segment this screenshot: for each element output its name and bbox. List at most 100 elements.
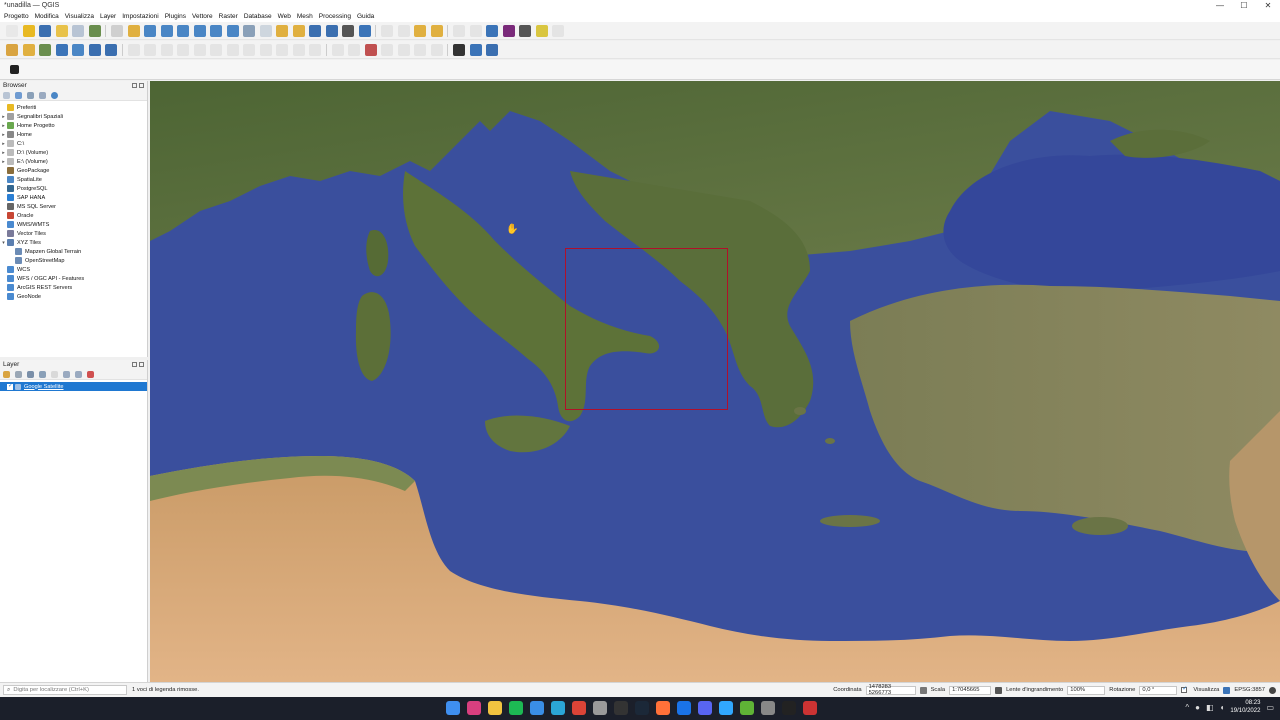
zoom-last-icon[interactable] bbox=[243, 24, 255, 37]
refresh-icon[interactable] bbox=[15, 91, 22, 99]
crs-globe-icon[interactable] bbox=[1223, 686, 1231, 694]
collapse-all-icon[interactable] bbox=[75, 370, 82, 378]
close-button[interactable]: ✕ bbox=[1256, 0, 1280, 11]
style-layers-icon[interactable] bbox=[3, 370, 10, 378]
discord-icon[interactable] bbox=[698, 701, 712, 715]
collapse-all-icon[interactable] bbox=[39, 91, 46, 99]
float-panel-icon[interactable] bbox=[132, 83, 137, 88]
expand-all-icon[interactable] bbox=[63, 370, 70, 378]
menu-processing[interactable]: Processing bbox=[319, 13, 351, 20]
edge-icon[interactable] bbox=[551, 701, 565, 715]
select-by-value-icon[interactable] bbox=[430, 24, 443, 37]
add-raster-icon[interactable] bbox=[22, 43, 35, 56]
mail-icon[interactable] bbox=[530, 701, 544, 715]
close-panel-icon[interactable] bbox=[139, 362, 144, 367]
filter-expression-icon[interactable] bbox=[51, 370, 58, 378]
browser-item[interactable]: SpatiaLite bbox=[0, 175, 147, 184]
browser-item[interactable]: WFS / OGC API - Features bbox=[0, 274, 147, 283]
menu-raster[interactable]: Raster bbox=[219, 13, 238, 20]
file-explorer-icon[interactable] bbox=[488, 701, 502, 715]
redo-icon[interactable] bbox=[309, 43, 321, 56]
lock-icon[interactable] bbox=[995, 686, 1003, 694]
label-show-icon[interactable] bbox=[381, 43, 393, 56]
qgis-plugin-icon[interactable] bbox=[10, 65, 19, 74]
settings-icon[interactable] bbox=[761, 701, 775, 715]
browser-item[interactable]: GeoPackage bbox=[0, 166, 147, 175]
info-icon[interactable] bbox=[51, 91, 58, 99]
layer-visibility-checkbox[interactable] bbox=[7, 382, 13, 390]
refresh-icon[interactable] bbox=[358, 24, 371, 37]
digitize-icon[interactable] bbox=[177, 43, 189, 56]
chevron-right-icon[interactable]: ▸ bbox=[0, 132, 7, 138]
menu-modifica[interactable]: Modifica bbox=[35, 13, 59, 20]
render-checkbox[interactable] bbox=[1181, 685, 1187, 693]
clock[interactable]: 08:23 19/10/2022 bbox=[1230, 699, 1260, 715]
browser-item[interactable]: PostgreSQL bbox=[0, 184, 147, 193]
browser-item[interactable]: ▸ Segnalibri Spaziali bbox=[0, 112, 147, 121]
browser-item[interactable]: WMS/WMTS bbox=[0, 220, 147, 229]
deselect-icon[interactable] bbox=[397, 24, 410, 37]
crs-label[interactable]: EPSG:3857 bbox=[1234, 687, 1265, 693]
chevron-down-icon[interactable]: ▾ bbox=[0, 240, 7, 246]
map-canvas[interactable]: ✋ bbox=[150, 81, 1280, 682]
label-rotate-icon[interactable] bbox=[414, 43, 426, 56]
edit-icon[interactable] bbox=[127, 43, 140, 56]
layer-item[interactable]: Google Satellite bbox=[0, 382, 147, 391]
new-map-view-icon[interactable] bbox=[276, 24, 288, 37]
zoom-native-icon[interactable] bbox=[226, 24, 239, 37]
app2-icon[interactable] bbox=[803, 701, 817, 715]
pan-map-icon[interactable] bbox=[111, 24, 123, 37]
float-panel-icon[interactable] bbox=[132, 362, 137, 367]
pan-to-selection-icon[interactable] bbox=[127, 24, 140, 37]
open-project-icon[interactable] bbox=[22, 24, 35, 37]
browser-item[interactable]: ▸ D:\ (Volume) bbox=[0, 148, 147, 157]
delete-icon[interactable] bbox=[226, 43, 239, 56]
add-feature-icon[interactable] bbox=[193, 43, 206, 56]
locator-field[interactable]: ⌕ Digita per localizzare (Ctrl+K) bbox=[3, 685, 127, 695]
browser-item[interactable]: Mapzen Global Terrain bbox=[0, 247, 147, 256]
add-group-icon[interactable] bbox=[15, 370, 22, 378]
add-vector-icon[interactable] bbox=[6, 43, 18, 56]
diagram-icon[interactable] bbox=[364, 43, 377, 56]
browser-item[interactable]: ▸ Home Progetto bbox=[0, 121, 147, 130]
label-change-icon[interactable] bbox=[430, 43, 443, 56]
add-wms-icon[interactable] bbox=[55, 43, 68, 56]
browser-item[interactable]: Vector Tiles bbox=[0, 229, 147, 238]
zoom-next-icon[interactable] bbox=[259, 24, 272, 37]
identify-icon[interactable] bbox=[414, 24, 426, 37]
chevron-right-icon[interactable]: ▸ bbox=[0, 123, 7, 129]
browser-item[interactable]: OpenStreetMap bbox=[0, 256, 147, 265]
attribute-table-icon[interactable] bbox=[469, 24, 482, 37]
spotify-icon[interactable] bbox=[509, 701, 523, 715]
chevron-right-icon[interactable]: ▸ bbox=[0, 141, 7, 147]
messages-icon[interactable] bbox=[1269, 686, 1276, 694]
filter-legend-icon[interactable] bbox=[39, 370, 46, 378]
coordinate-field[interactable]: 1478283 5266773 bbox=[865, 684, 916, 696]
coordinate-toggle-icon[interactable] bbox=[919, 686, 927, 694]
gear-icon[interactable] bbox=[552, 24, 564, 37]
browser-item[interactable]: Preferiti bbox=[0, 103, 147, 112]
github-icon[interactable] bbox=[782, 701, 796, 715]
browser-item[interactable]: ▸ C:\ bbox=[0, 139, 147, 148]
menu-visualizza[interactable]: Visualizza bbox=[65, 13, 94, 20]
add-virtual-icon[interactable] bbox=[105, 43, 117, 56]
notification-icon[interactable]: ▭ bbox=[1266, 703, 1274, 712]
settings-icon[interactable] bbox=[486, 24, 498, 37]
windows-start-icon[interactable] bbox=[446, 701, 460, 715]
scale-field[interactable]: 1:7045665 bbox=[949, 685, 992, 695]
select-features-icon[interactable] bbox=[381, 24, 393, 37]
new-project-icon[interactable] bbox=[6, 24, 18, 37]
magnifier-field[interactable]: 100% bbox=[1067, 685, 1106, 695]
add-mesh-icon[interactable] bbox=[88, 43, 101, 56]
firefox-icon[interactable] bbox=[656, 701, 670, 715]
browser-item[interactable]: GeoNode bbox=[0, 292, 147, 301]
manage-visibility-icon[interactable] bbox=[27, 370, 34, 378]
browser-item[interactable]: ▸ E:\ (Volume) bbox=[0, 157, 147, 166]
filter-icon[interactable] bbox=[27, 91, 34, 99]
help-icon[interactable] bbox=[486, 43, 498, 56]
menu-database[interactable]: Database bbox=[244, 13, 272, 20]
zoom-full-icon[interactable] bbox=[177, 24, 189, 37]
maximize-button[interactable]: ☐ bbox=[1232, 0, 1256, 11]
chevron-up-icon[interactable]: ^ bbox=[1185, 703, 1189, 712]
tips-icon[interactable] bbox=[535, 24, 548, 37]
